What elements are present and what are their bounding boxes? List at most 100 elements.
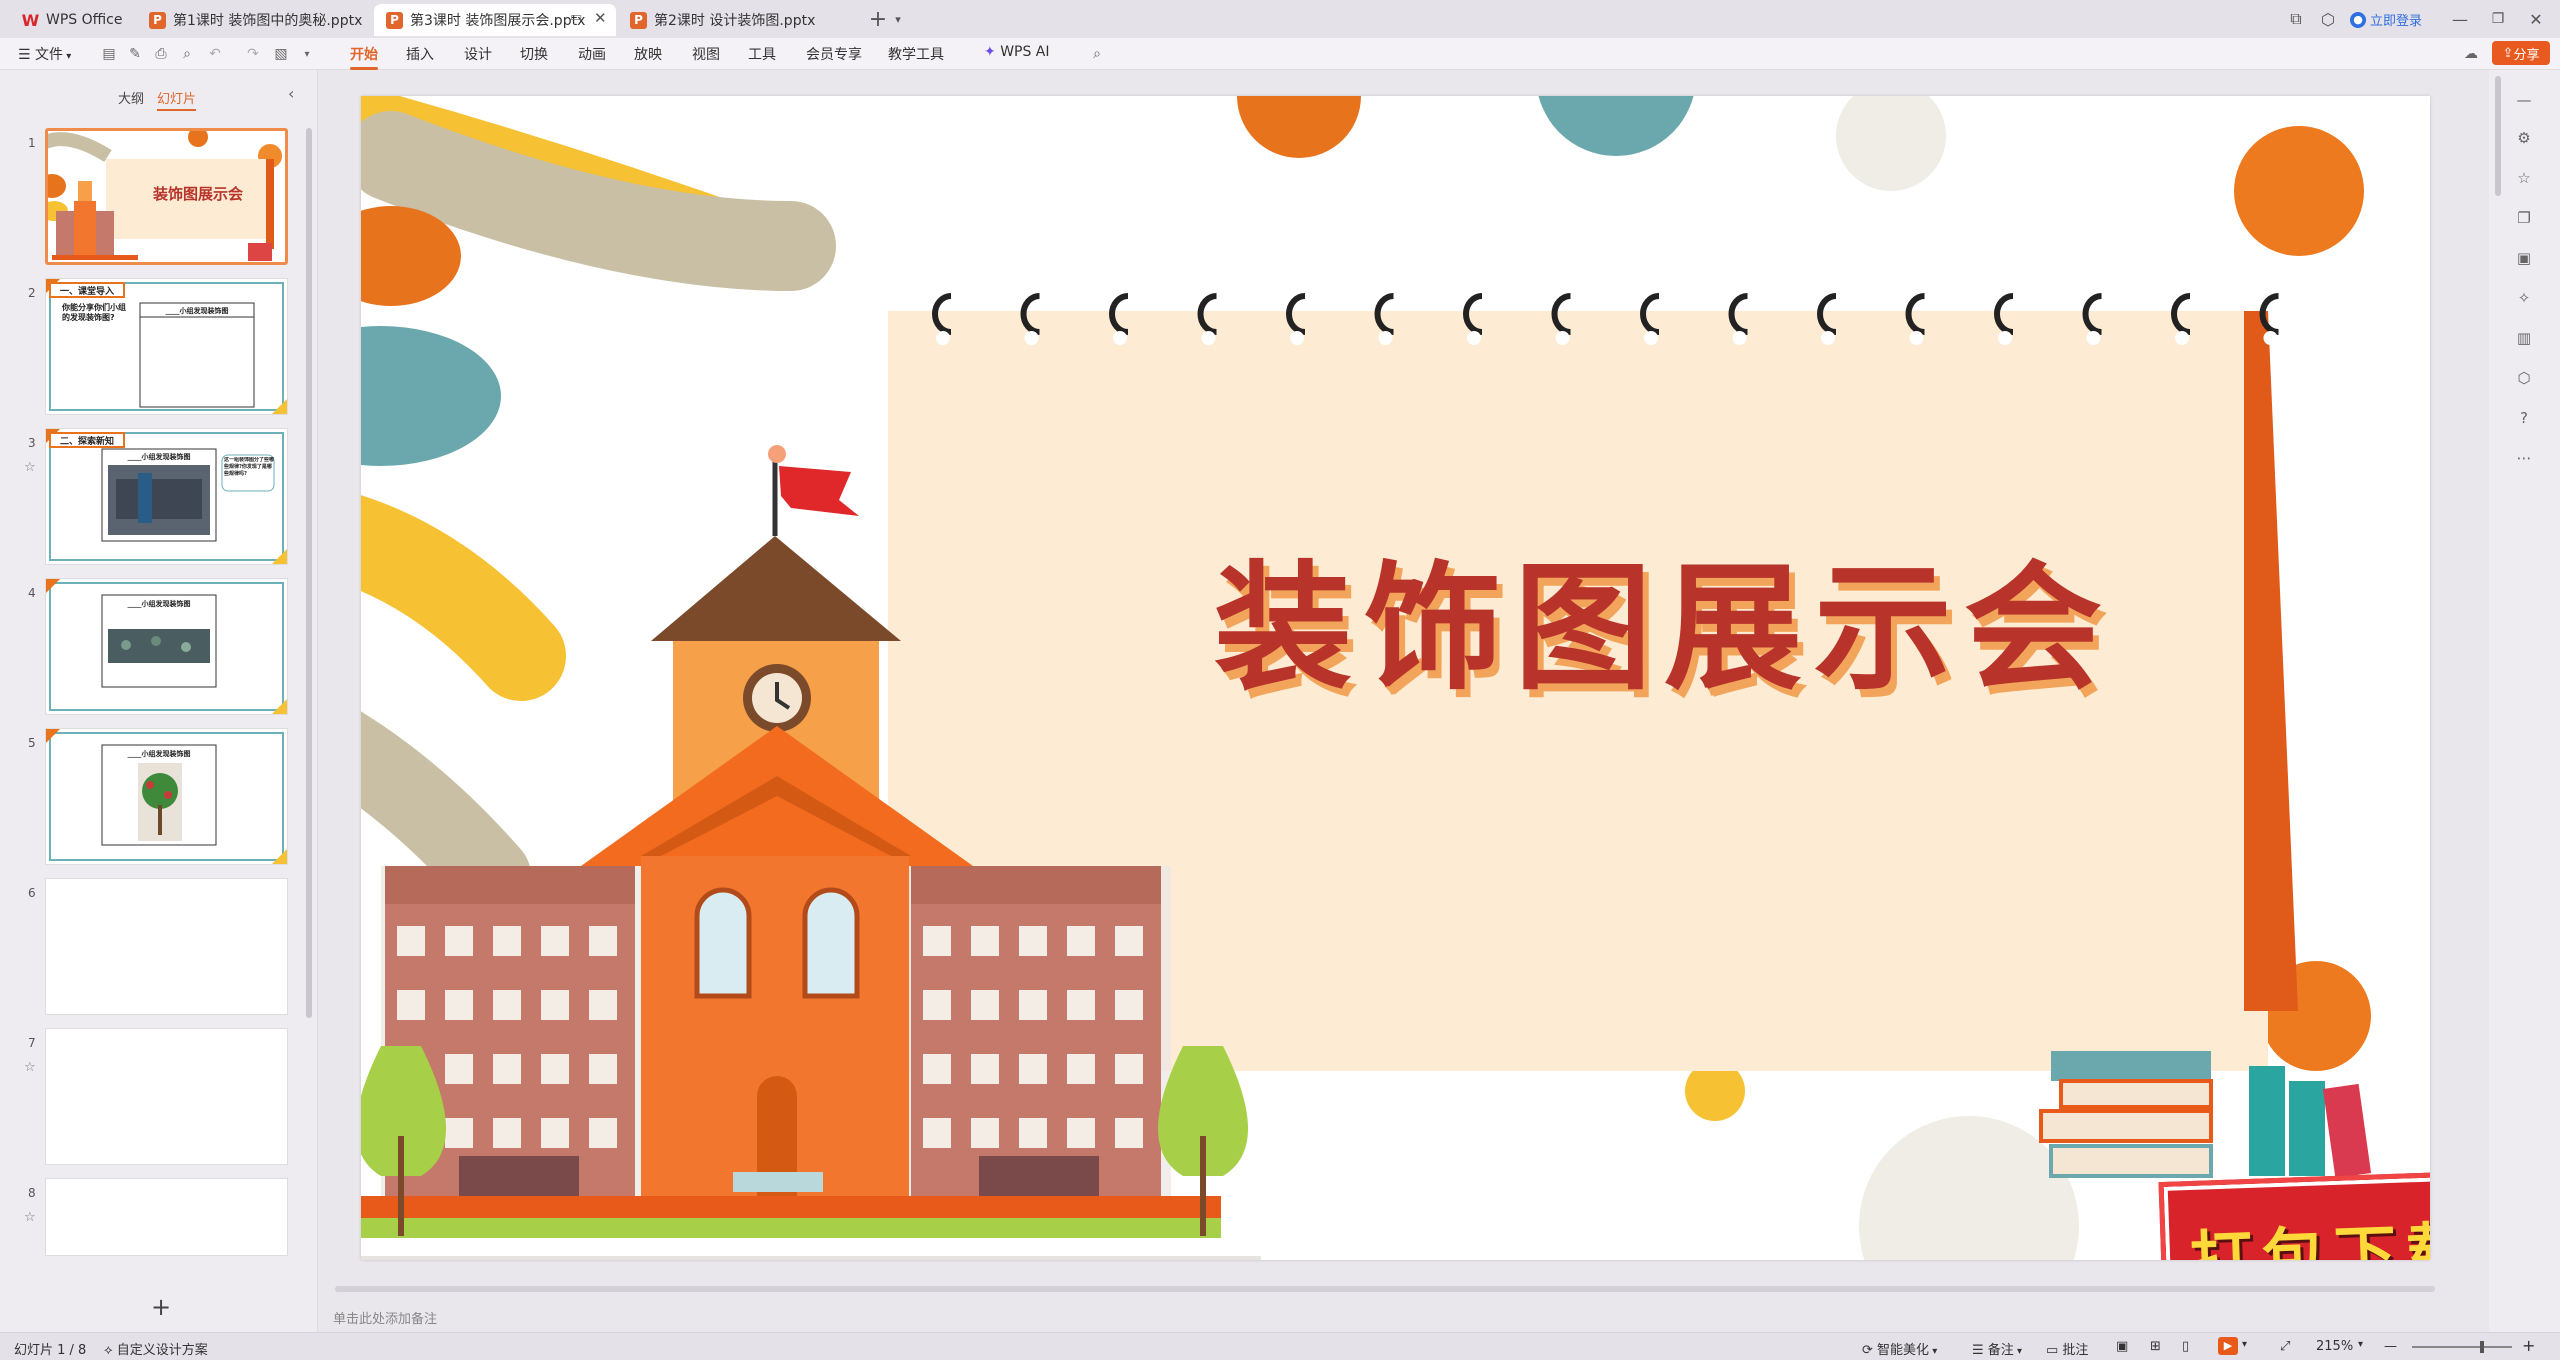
slide-thumbnail-8[interactable] [45, 1178, 288, 1256]
settings-slider-icon[interactable]: ⚙ [2514, 128, 2534, 148]
restore-window-icon[interactable]: ❐ [2486, 8, 2510, 30]
close-tab-icon[interactable]: ✕ [594, 9, 607, 27]
tab-view[interactable]: 视图 [692, 44, 720, 64]
normal-view-icon[interactable]: ▣ [2116, 1339, 2128, 1354]
save-icon[interactable]: ▤ [100, 45, 118, 63]
slide-thumbnail-1[interactable]: 装饰图展示会 [45, 128, 288, 265]
tab-tools[interactable]: 工具 [748, 44, 776, 64]
play-slideshow-icon[interactable]: ▶ [2218, 1337, 2238, 1355]
undo-icon[interactable]: ↶ [206, 45, 224, 63]
building-window [1067, 990, 1095, 1020]
slide-number: 1 [28, 136, 36, 150]
building-window [1019, 1118, 1047, 1148]
zoom-level[interactable]: 215% [2316, 1339, 2353, 1354]
current-slide[interactable]: 装饰图展示会 装饰图展示会 打包下载 [361, 96, 2430, 1260]
tab-wps-home[interactable]: W WPS Office [10, 4, 135, 36]
building-window [1019, 1054, 1047, 1084]
wps-ai-button[interactable]: ✦ WPS AI [984, 44, 1050, 60]
tab-slides[interactable]: 幻灯片 [157, 88, 197, 111]
tab-outline[interactable]: 大纲 [118, 88, 144, 107]
magic-tool-icon[interactable]: ✧ [2514, 288, 2534, 308]
print-icon[interactable]: ⎙ [152, 45, 170, 63]
star-icon[interactable]: ☆ [24, 1060, 36, 1075]
zoom-out-icon[interactable]: — [2384, 1339, 2397, 1354]
star-icon[interactable]: ☆ [24, 460, 36, 475]
panel-scrollbar[interactable] [306, 128, 312, 1018]
search-icon[interactable]: ⌕ [1088, 45, 1106, 63]
add-slide-button[interactable]: + [151, 1293, 171, 1321]
tab-label: 第2课时 设计装饰图.pptx [654, 13, 816, 29]
slide-thumbnail-3[interactable]: 二、探索新知 ____小组发现装饰图 这一组装饰图分了些哪些规律?你发现了是哪些… [45, 428, 288, 565]
copy-icon[interactable]: ❐ [2514, 208, 2534, 228]
collapse-icon[interactable]: — [2514, 90, 2534, 110]
star-icon[interactable]: ☆ [24, 1210, 36, 1225]
favorite-star-icon[interactable]: ☆ [2514, 168, 2534, 188]
help-icon[interactable]: ? [2514, 408, 2534, 428]
play-options-chevron-icon[interactable]: ▾ [2242, 1339, 2247, 1350]
vertical-scrollbar[interactable] [2495, 76, 2501, 196]
slide-thumbnail-2[interactable]: 一、课堂导入 你能分享你们小组的发现装饰图? ____小组发现装饰图 [45, 278, 288, 415]
file-menu-button[interactable]: ☰ 文件 ▾ [18, 44, 71, 64]
download-banner[interactable]: 打包下载 [2158, 1170, 2430, 1260]
slide-number: 4 [28, 586, 36, 600]
preview-icon[interactable]: ⌕ [178, 45, 196, 63]
cloud-sync-icon[interactable]: ▭ [570, 10, 582, 25]
cloud-icon[interactable]: ☁ [2462, 45, 2480, 63]
format-painter-icon[interactable]: ✎ [126, 45, 144, 63]
zoom-slider[interactable] [2412, 1341, 2512, 1353]
slide-title[interactable]: 装饰图展示会 [1214, 546, 2114, 709]
more-icon[interactable]: ⋯ [2514, 448, 2534, 468]
book-icon[interactable]: ▥ [2514, 328, 2534, 348]
ribbon-toolbar: ☰ 文件 ▾ ▤ ✎ ⎙ ⌕ ↶ ↷ ▧ ▾ 开始 插入 设计 切换 动画 放映… [0, 38, 2560, 70]
grid-view-icon[interactable]: ⊞ [2150, 1339, 2161, 1354]
reading-view-icon[interactable]: ▯ [2182, 1339, 2189, 1354]
slide-artwork: 装饰图展示会 装饰图展示会 [361, 96, 2430, 1260]
quick-access-chevron-icon[interactable]: ▾ [298, 45, 316, 63]
tab-animations[interactable]: 动画 [578, 44, 606, 64]
login-button[interactable]: ● 立即登录 [2350, 10, 2422, 29]
building-window [445, 1054, 473, 1084]
tab-member[interactable]: 会员专享 [806, 44, 862, 64]
slide-thumbnail-7[interactable] [45, 1028, 288, 1165]
tab-list-chevron-icon[interactable]: ▾ [886, 8, 910, 30]
zoom-in-icon[interactable]: + [2522, 1336, 2535, 1355]
spiral-hole [1378, 331, 1393, 345]
slide-thumbnail-4[interactable]: ____小组发现装饰图 [45, 578, 288, 715]
redo-icon[interactable]: ↷ [244, 45, 262, 63]
design-scheme-button[interactable]: ⟡ 自定义设计方案 [104, 1339, 208, 1358]
building-window [1067, 1118, 1095, 1148]
cube-icon[interactable]: ⬡ [2316, 8, 2340, 30]
share-button[interactable]: ⇪ 分享 [2492, 41, 2550, 65]
collapse-panel-icon[interactable]: ‹ [288, 84, 294, 103]
smart-beautify-button[interactable]: ⟳ 智能美化 ▾ [1862, 1339, 1937, 1358]
tab-document-3[interactable]: P 第3课时 装饰图展示会.pptx ▭ ✕ [374, 4, 616, 36]
tab-document-1[interactable]: P 第1课时 装饰图中的奥秘.pptx [137, 4, 372, 36]
slide-2-heading: 一、课堂导入 [60, 285, 114, 297]
tab-teaching-tools[interactable]: 教学工具 [888, 44, 944, 64]
slide-thumbnail-6[interactable] [45, 878, 288, 1015]
notes-area[interactable]: 单击此处添加备注 [319, 1300, 2219, 1332]
zoom-chevron-icon[interactable]: ▾ [2358, 1339, 2363, 1350]
quick-access-icon[interactable]: ▧ [272, 45, 290, 63]
tab-document-2[interactable]: P 第2课时 设计装饰图.pptx [618, 4, 858, 36]
comments-button[interactable]: ▭ 批注 [2046, 1339, 2088, 1358]
tab-design[interactable]: 设计 [464, 44, 492, 64]
slide-number: 6 [28, 886, 36, 900]
cube-icon[interactable]: ⬡ [2514, 368, 2534, 388]
zoom-slider-thumb[interactable] [2480, 1341, 2484, 1353]
beautify-icon: ⟳ [1862, 1343, 1878, 1358]
tab-insert[interactable]: 插入 [406, 44, 434, 64]
minimize-window-icon[interactable]: — [2448, 8, 2472, 30]
close-window-icon[interactable]: ✕ [2524, 8, 2548, 30]
slide-thumbnail-5[interactable]: ____小组发现装饰图 [45, 728, 288, 865]
tab-slideshow[interactable]: 放映 [634, 44, 662, 64]
tab-home[interactable]: 开始 [350, 44, 378, 70]
slide-3-heading: 二、探索新知 [60, 435, 114, 447]
window-layout-icon[interactable]: ⧉ [2284, 8, 2308, 30]
spiral-hole [1024, 331, 1039, 345]
canvas-horizontal-scrollbar[interactable] [335, 1286, 2435, 1292]
image-icon[interactable]: ▣ [2514, 248, 2534, 268]
notes-button[interactable]: ☰ 备注 ▾ [1972, 1339, 2022, 1358]
tab-transitions[interactable]: 切换 [520, 44, 548, 64]
fit-window-icon[interactable]: ⤢ [2280, 1339, 2290, 1354]
